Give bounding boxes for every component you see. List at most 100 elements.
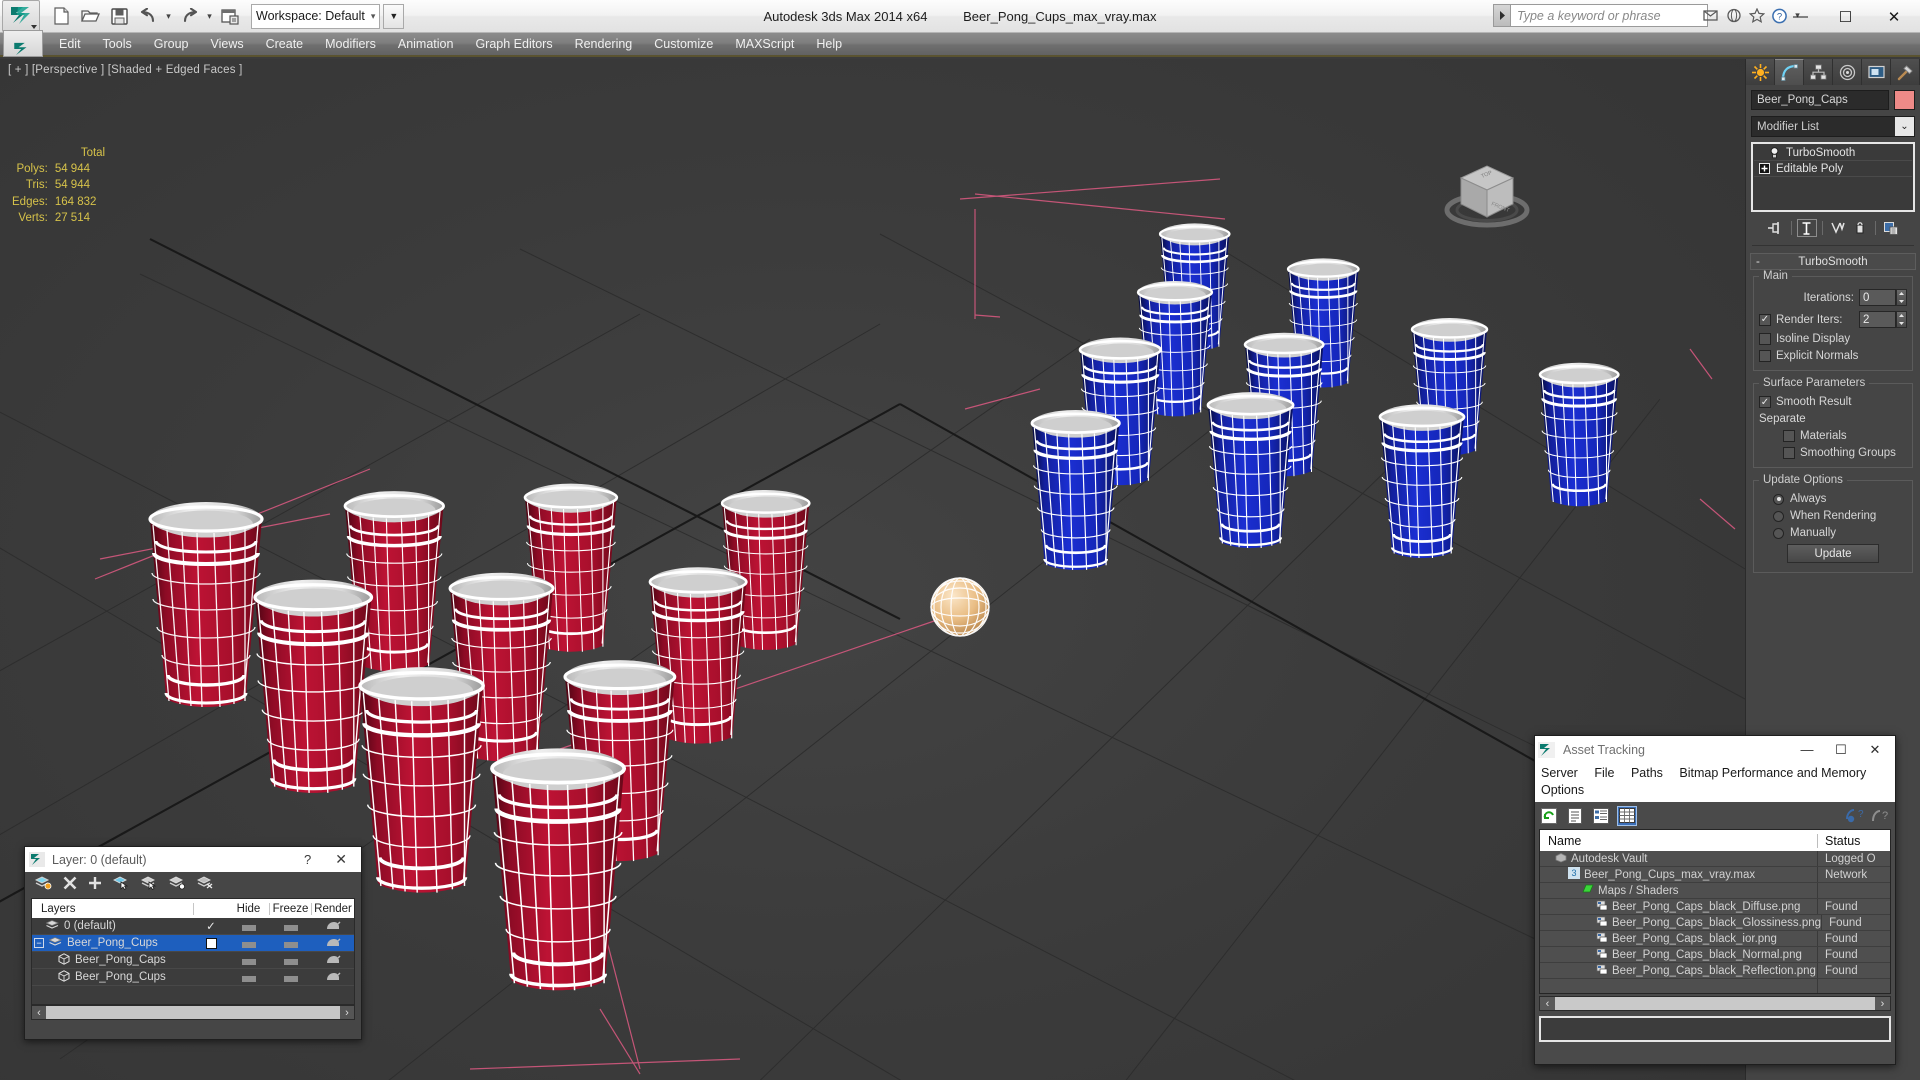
- create-tab-icon[interactable]: [1746, 59, 1775, 85]
- table-row[interactable]: Beer_Pong_Caps_black_Diffuse.png Found: [1540, 899, 1890, 915]
- modifier-stack-item-turbosmooth[interactable]: TurboSmooth: [1754, 145, 1912, 161]
- scroll-left-icon[interactable]: ‹: [1540, 998, 1555, 1010]
- menu-item-create[interactable]: Create: [255, 35, 315, 53]
- modifier-stack[interactable]: TurboSmooth Editable Poly: [1751, 142, 1915, 212]
- smoothing-groups-checkbox[interactable]: [1783, 447, 1795, 459]
- menu-item-rendering[interactable]: Rendering: [564, 35, 644, 53]
- object-color-swatch[interactable]: [1894, 90, 1915, 110]
- undo-caret-icon[interactable]: ▾: [164, 11, 173, 22]
- layer-horizontal-scrollbar[interactable]: ‹ ›: [31, 1005, 355, 1020]
- row-always[interactable]: Always: [1759, 493, 1907, 505]
- search-bar[interactable]: Type a keyword or phrase: [1493, 4, 1708, 27]
- new-file-icon[interactable]: [48, 4, 74, 29]
- motion-tab-icon[interactable]: [1833, 59, 1862, 85]
- object-name-field[interactable]: Beer_Pong_Caps: [1751, 90, 1889, 110]
- scroll-thumb[interactable]: [1555, 997, 1875, 1010]
- rollout-header-turbosmooth[interactable]: - TurboSmooth: [1750, 253, 1916, 270]
- modifier-list-dropdown[interactable]: Modifier List ⌄: [1751, 116, 1915, 137]
- explicit-normals-checkbox[interactable]: [1759, 350, 1771, 362]
- row-smooth-result[interactable]: ✓ Smooth Result: [1759, 396, 1907, 408]
- search-arrow-icon[interactable]: [1493, 4, 1510, 27]
- scroll-left-icon[interactable]: ‹: [32, 1007, 46, 1019]
- display-tab-icon[interactable]: [1862, 59, 1891, 85]
- grid-view-icon[interactable]: [1617, 805, 1637, 826]
- table-row[interactable]: Beer_Pong_Cups: [32, 969, 354, 986]
- list-view-icon[interactable]: [1566, 807, 1584, 825]
- configure-sets-icon[interactable]: [1881, 219, 1901, 237]
- render-iters-checkbox[interactable]: ✓: [1759, 313, 1771, 326]
- menu-item-customize[interactable]: Customize: [643, 35, 724, 53]
- signin-icon[interactable]: [1701, 5, 1720, 26]
- layer-list[interactable]: Layers Hide Freeze Render 0 (default) ✓ …: [31, 898, 355, 1005]
- workspace-selector[interactable]: Workspace: Default ▾: [251, 3, 381, 29]
- close-button[interactable]: ✕: [1868, 0, 1920, 33]
- make-unique-icon[interactable]: [1828, 219, 1848, 237]
- menu-item-graph-editors[interactable]: Graph Editors: [464, 35, 563, 53]
- iterations-spinner[interactable]: 0: [1859, 289, 1907, 306]
- undo-icon[interactable]: [135, 4, 161, 29]
- render-iters-spinner[interactable]: 2: [1859, 311, 1907, 328]
- asset-table[interactable]: Name Status Autodesk Vault Logged O 3 Be…: [1539, 829, 1891, 994]
- pin-stack-icon[interactable]: [1766, 219, 1786, 237]
- modify-tab-icon[interactable]: [1775, 59, 1804, 85]
- layer-dialog[interactable]: Layer: 0 (default) ? ✕ Layers Hide Freez…: [24, 846, 362, 1040]
- tree-view-icon[interactable]: [1592, 807, 1610, 825]
- layer-hide-toggle[interactable]: [228, 924, 270, 928]
- select-objects-icon[interactable]: [112, 875, 130, 895]
- layer-hide-toggle[interactable]: [228, 975, 270, 979]
- asset-horizontal-scrollbar[interactable]: ‹ ›: [1539, 996, 1891, 1011]
- menu-item-edit[interactable]: Edit: [48, 35, 92, 53]
- redo-caret-icon[interactable]: ▾: [205, 11, 214, 22]
- table-row[interactable]: 3 Beer_Pong_Cups_max_vray.max Network: [1540, 867, 1890, 883]
- menu-item-modifiers[interactable]: Modifiers: [314, 35, 387, 53]
- asset-tracking-dialog[interactable]: Asset Tracking — ☐ ✕ Server File Paths B…: [1534, 735, 1896, 1065]
- table-row[interactable]: Autodesk Vault Logged O: [1540, 851, 1890, 867]
- scroll-thumb[interactable]: [46, 1006, 340, 1019]
- asset-menu-file[interactable]: File: [1594, 766, 1614, 780]
- asset-menu-paths[interactable]: Paths: [1631, 766, 1663, 780]
- minimize-button[interactable]: —: [1778, 0, 1823, 33]
- iterations-spin-arrows-icon[interactable]: [1896, 289, 1907, 306]
- new-layer-icon[interactable]: [34, 875, 52, 895]
- table-row[interactable]: Beer_Pong_Caps_black_Reflection.png Foun…: [1540, 963, 1890, 979]
- table-row[interactable]: 0 (default) ✓: [32, 918, 354, 935]
- help-question-icon[interactable]: ?: [1872, 807, 1890, 825]
- row-materials[interactable]: Materials: [1759, 430, 1907, 442]
- view-cube[interactable]: TOP FRONT: [1439, 147, 1535, 243]
- menu-item-group[interactable]: Group: [143, 35, 200, 53]
- smooth-result-checkbox[interactable]: ✓: [1759, 396, 1771, 408]
- asset-menu-server[interactable]: Server: [1541, 766, 1578, 780]
- asset-minimize-button[interactable]: —: [1790, 742, 1824, 758]
- update-button[interactable]: Update: [1787, 544, 1879, 563]
- open-file-icon[interactable]: [77, 4, 103, 29]
- menu-item-tools[interactable]: Tools: [92, 35, 143, 53]
- layer-current-check[interactable]: ✓: [194, 919, 228, 933]
- menu-item-views[interactable]: Views: [199, 35, 254, 53]
- table-row[interactable]: Maps / Shaders: [1540, 883, 1890, 899]
- table-row[interactable]: Beer_Pong_Caps: [32, 952, 354, 969]
- layer-hide-toggle[interactable]: [228, 958, 270, 962]
- layer-freeze-toggle[interactable]: [270, 924, 312, 928]
- row-smoothing-groups[interactable]: Smoothing Groups: [1759, 447, 1907, 459]
- layer-current-check[interactable]: [194, 937, 228, 949]
- render-iters-value[interactable]: 2: [1859, 311, 1896, 328]
- select-highlighted-icon[interactable]: [140, 875, 158, 895]
- asset-menu-bitmap[interactable]: Bitmap Performance and Memory: [1679, 766, 1866, 780]
- iterations-value[interactable]: 0: [1859, 289, 1896, 306]
- table-row[interactable]: Beer_Pong_Caps_black_ior.png Found: [1540, 931, 1890, 947]
- asset-close-button[interactable]: ✕: [1858, 742, 1892, 758]
- layer-dialog-close-button[interactable]: ✕: [325, 851, 357, 868]
- redo-icon[interactable]: [176, 4, 202, 29]
- plus-box-icon[interactable]: [1758, 163, 1770, 175]
- show-end-result-icon[interactable]: [1796, 219, 1817, 237]
- layer-hide-toggle[interactable]: [228, 941, 270, 945]
- hierarchy-tab-icon[interactable]: [1804, 59, 1833, 85]
- save-file-icon[interactable]: [106, 4, 132, 29]
- layer-freeze-toggle[interactable]: [270, 975, 312, 979]
- materials-checkbox[interactable]: [1783, 430, 1795, 442]
- layer-freeze-toggle[interactable]: [270, 958, 312, 962]
- layer-render-toggle[interactable]: [312, 972, 354, 982]
- maximize-button[interactable]: ☐: [1823, 0, 1868, 33]
- menu-item-animation[interactable]: Animation: [387, 35, 465, 53]
- layer-render-toggle[interactable]: [312, 938, 354, 948]
